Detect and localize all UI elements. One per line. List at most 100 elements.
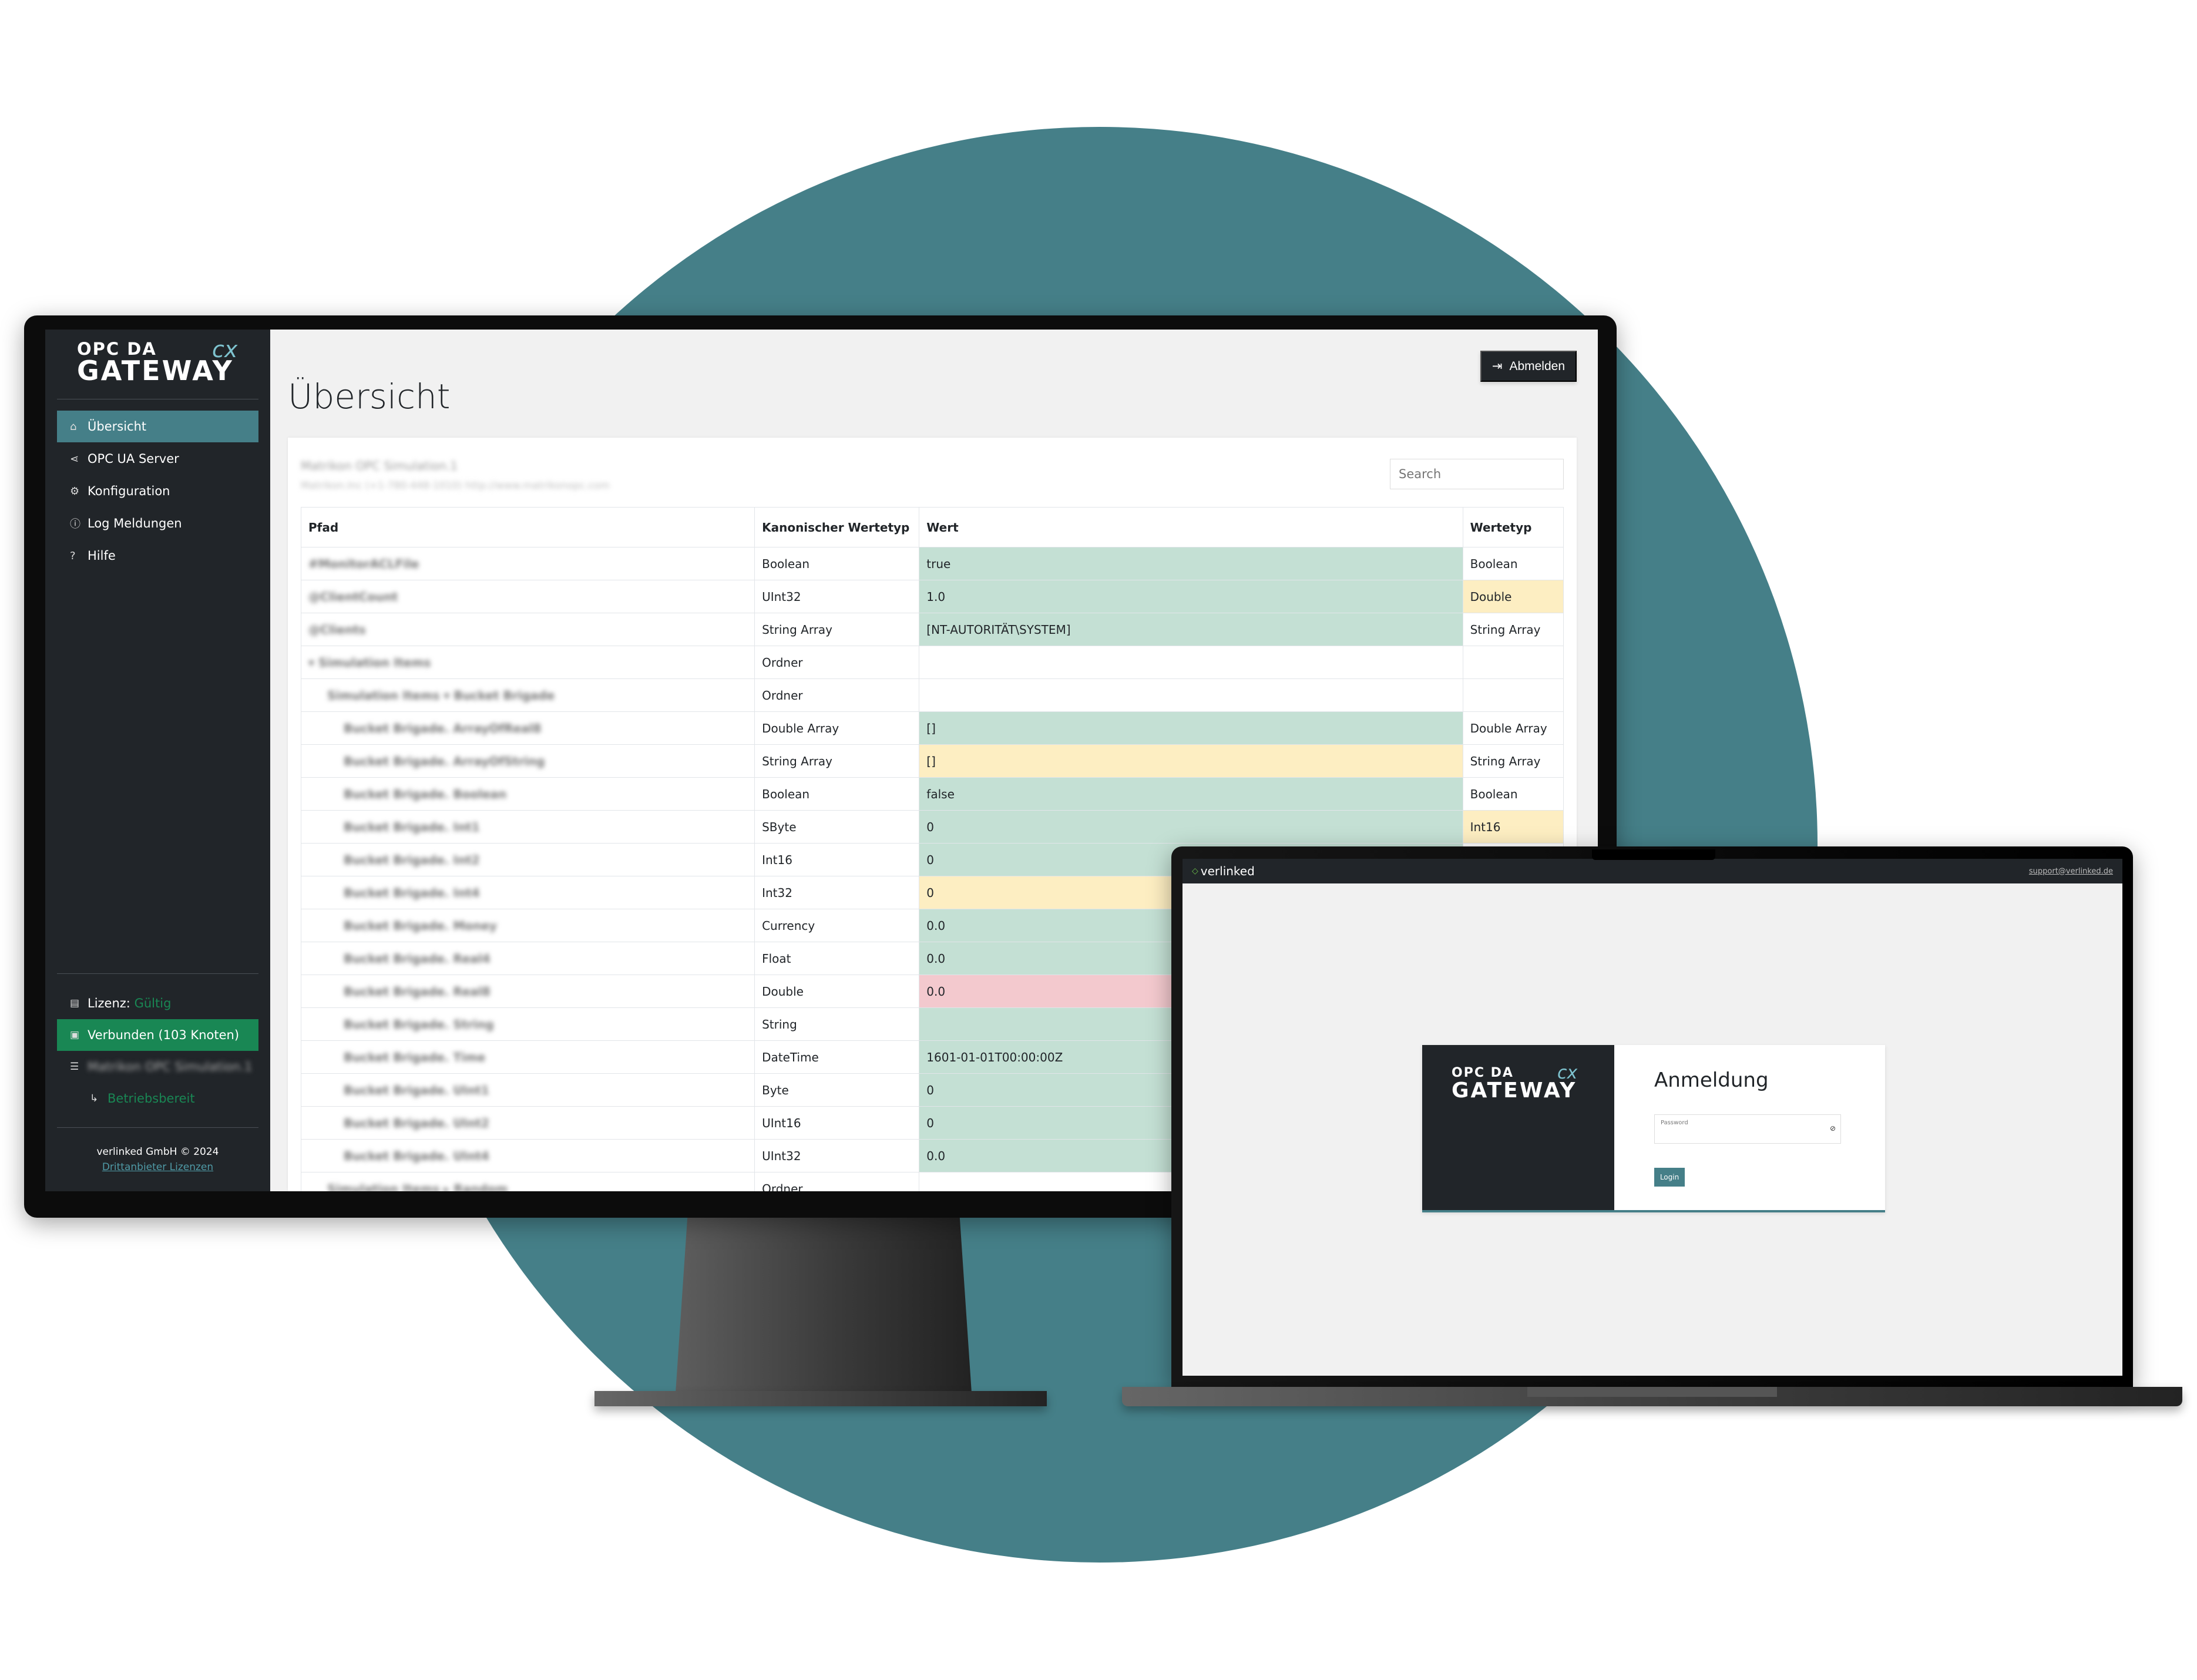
cell-value xyxy=(919,678,1463,712)
copyright: verlinked GmbH © 2024 xyxy=(96,1146,219,1158)
logout-label: Abmelden xyxy=(1509,359,1565,373)
cell-value: [] xyxy=(919,744,1463,778)
login-button[interactable]: Login xyxy=(1654,1168,1685,1187)
cell-path: Bucket Brigade. ArrayOfReal8 xyxy=(300,711,755,745)
sidebar-item-hilfe[interactable]: ? Hilfe xyxy=(57,540,258,572)
cell-value-type: Double xyxy=(1462,580,1564,613)
sidebar-item-label: OPC UA Server xyxy=(88,452,179,466)
server-name: Matrikon OPC Simulation.1 xyxy=(88,1060,253,1074)
cell-canonical-type: DateTime xyxy=(754,1040,920,1074)
cell-value xyxy=(919,646,1463,679)
license-icon: ▤ xyxy=(70,997,80,1009)
third-party-licenses-link[interactable]: Drittanbieter Lizenzen xyxy=(45,1161,270,1173)
column-header[interactable]: Kanonischer Wertetyp xyxy=(754,507,920,547)
server-state-row: ↳ Betriebsbereit xyxy=(57,1083,258,1114)
status-panel: ▤ Lizenz: Gültig ▣ Verbunden (103 Knoten… xyxy=(57,987,258,1114)
logout-icon: ⇥ xyxy=(1491,359,1503,373)
alert-circle-icon: ⓘ xyxy=(70,518,80,530)
cell-canonical-type: Int16 xyxy=(754,843,920,876)
column-header[interactable]: Wert xyxy=(919,507,1463,547)
sidebar: OPC DA GATEWAY cx ⌂ Übersicht ⋖ OPC UA Serv… xyxy=(45,330,270,1191)
license-label: Lizenz: xyxy=(88,996,130,1010)
cell-value-type: String Array xyxy=(1462,744,1564,778)
sidebar-item-label: Konfiguration xyxy=(88,484,170,498)
help-icon: ? xyxy=(70,549,76,562)
cell-path: Bucket Brigade. UInt4 xyxy=(300,1139,755,1172)
cell-value-type: Double Array xyxy=(1462,711,1564,745)
table-row[interactable]: Bucket Brigade. ArrayOfReal8 Double Array… xyxy=(300,711,1564,745)
column-header[interactable]: Pfad xyxy=(300,507,755,547)
cell-path: Bucket Brigade. Time xyxy=(300,1040,755,1074)
sidebar-item-label: Hilfe xyxy=(88,549,116,563)
cell-value: [NT-AUTORITÄT\SYSTEM] xyxy=(919,613,1463,646)
cell-canonical-type: Currency xyxy=(754,909,920,942)
cell-path: Simulation Items ▾ Bucket Brigade xyxy=(300,678,755,712)
logout-button[interactable]: ⇥ Abmelden xyxy=(1480,351,1577,382)
sidebar-item-konfiguration[interactable]: ⚙ Konfiguration xyxy=(57,475,258,507)
cell-canonical-type: Ordner xyxy=(754,678,920,712)
support-email-link[interactable]: support@verlinked.de xyxy=(2029,867,2113,876)
login-title: Anmeldung xyxy=(1654,1069,1769,1092)
share-icon: ⋖ xyxy=(70,452,79,465)
sidebar-item--bersicht[interactable]: ⌂ Übersicht xyxy=(57,411,258,442)
laptop-screen: ◇ verlinked support@verlinked.de OPC DA … xyxy=(1183,859,2122,1376)
license-status: ▤ Lizenz: Gültig xyxy=(57,987,258,1019)
logo-line2: GATEWAY xyxy=(1452,1078,1577,1103)
table-row[interactable]: Bucket Brigade. Int1 SByte 0 Int16 xyxy=(300,810,1564,844)
table-row[interactable]: Bucket Brigade. Boolean Boolean false Boole… xyxy=(300,777,1564,811)
laptop-hinge-notch xyxy=(1527,1387,1777,1397)
cell-canonical-type: UInt32 xyxy=(754,1139,920,1172)
cell-canonical-type: Boolean xyxy=(754,777,920,811)
cell-path: Bucket Brigade. String xyxy=(300,1007,755,1041)
table-row[interactable]: Simulation Items ▾ Bucket Brigade Ordner xyxy=(300,678,1564,712)
sidebar-item-log-meldungen[interactable]: ⓘ Log Meldungen xyxy=(57,508,258,539)
password-field[interactable]: Password ⊘ xyxy=(1654,1114,1841,1144)
arrow-return-icon: ↳ xyxy=(90,1093,99,1104)
logo-suffix: cx xyxy=(212,337,238,362)
cell-canonical-type: Double xyxy=(754,975,920,1008)
server-title: Matrikon OPC Simulation.1 xyxy=(301,459,458,473)
cell-value: 0 xyxy=(919,810,1463,844)
cell-value: 1.0 xyxy=(919,580,1463,613)
sidebar-item-label: Übersicht xyxy=(88,419,147,434)
table-row[interactable]: @ClientCount UInt32 1.0 Double xyxy=(300,580,1564,613)
sidebar-nav: ⌂ Übersicht ⋖ OPC UA Server ⚙ Konfiguration ⓘ L… xyxy=(57,411,258,572)
sidebar-item-opc-ua-server[interactable]: ⋖ OPC UA Server xyxy=(57,443,258,475)
cell-value: true xyxy=(919,547,1463,580)
sidebar-divider xyxy=(57,973,258,974)
cell-value: [] xyxy=(919,711,1463,745)
table-row[interactable]: Bucket Brigade. ArrayOfString String Arra… xyxy=(300,744,1564,778)
sidebar-footer: verlinked GmbH © 2024 Drittanbieter Lize… xyxy=(45,1146,270,1173)
cell-canonical-type: Int32 xyxy=(754,876,920,909)
table-row[interactable]: ▾ Simulation Items Ordner xyxy=(300,646,1564,679)
eye-slash-icon[interactable]: ⊘ xyxy=(1830,1124,1836,1133)
cell-path: @Clients xyxy=(300,613,755,646)
search-input[interactable] xyxy=(1390,459,1564,489)
cell-canonical-type: Double Array xyxy=(754,711,920,745)
cell-path: Bucket Brigade. UInt1 xyxy=(300,1073,755,1107)
login-card: OPC DA GATEWAY cx Anmeldung Password ⊘ L… xyxy=(1422,1045,1885,1212)
verlinked-brand: ◇ verlinked xyxy=(1192,864,1255,878)
cell-canonical-type: Byte xyxy=(754,1073,920,1107)
verlinked-logo-icon: ◇ xyxy=(1192,866,1198,876)
cell-path: Bucket Brigade. Int1 xyxy=(300,810,755,844)
cell-canonical-type: UInt16 xyxy=(754,1106,920,1140)
cell-path: Bucket Brigade. Boolean xyxy=(300,777,755,811)
app-logo: OPC DA GATEWAY cx xyxy=(77,337,238,384)
cell-value-type: Int16 xyxy=(1462,810,1564,844)
login-form: Anmeldung Password ⊘ Login xyxy=(1614,1045,1885,1210)
column-header[interactable]: Wertetyp xyxy=(1462,507,1564,547)
table-header-row: Pfad Kanonischer Wertetyp Wert Wertetyp xyxy=(300,507,1564,547)
login-logo: OPC DA GATEWAY cx xyxy=(1452,1063,1577,1103)
table-row[interactable]: #MonitorACLFile Boolean true Boolean xyxy=(300,547,1564,580)
cell-path: Bucket Brigade. UInt2 xyxy=(300,1106,755,1140)
cell-value-type: String Array xyxy=(1462,613,1564,646)
cell-path: Bucket Brigade. Int2 xyxy=(300,843,755,876)
cell-canonical-type: String Array xyxy=(754,744,920,778)
login-brand-panel: OPC DA GATEWAY cx xyxy=(1422,1045,1614,1210)
brand-label: verlinked xyxy=(1200,864,1255,878)
cell-canonical-type: Boolean xyxy=(754,547,920,580)
cell-path: Bucket Brigade. ArrayOfString xyxy=(300,744,755,778)
cell-path: Simulation Items ▸ Random xyxy=(300,1172,755,1191)
table-row[interactable]: @Clients String Array [NT-AUTORITÄT\SYSTEM… xyxy=(300,613,1564,646)
